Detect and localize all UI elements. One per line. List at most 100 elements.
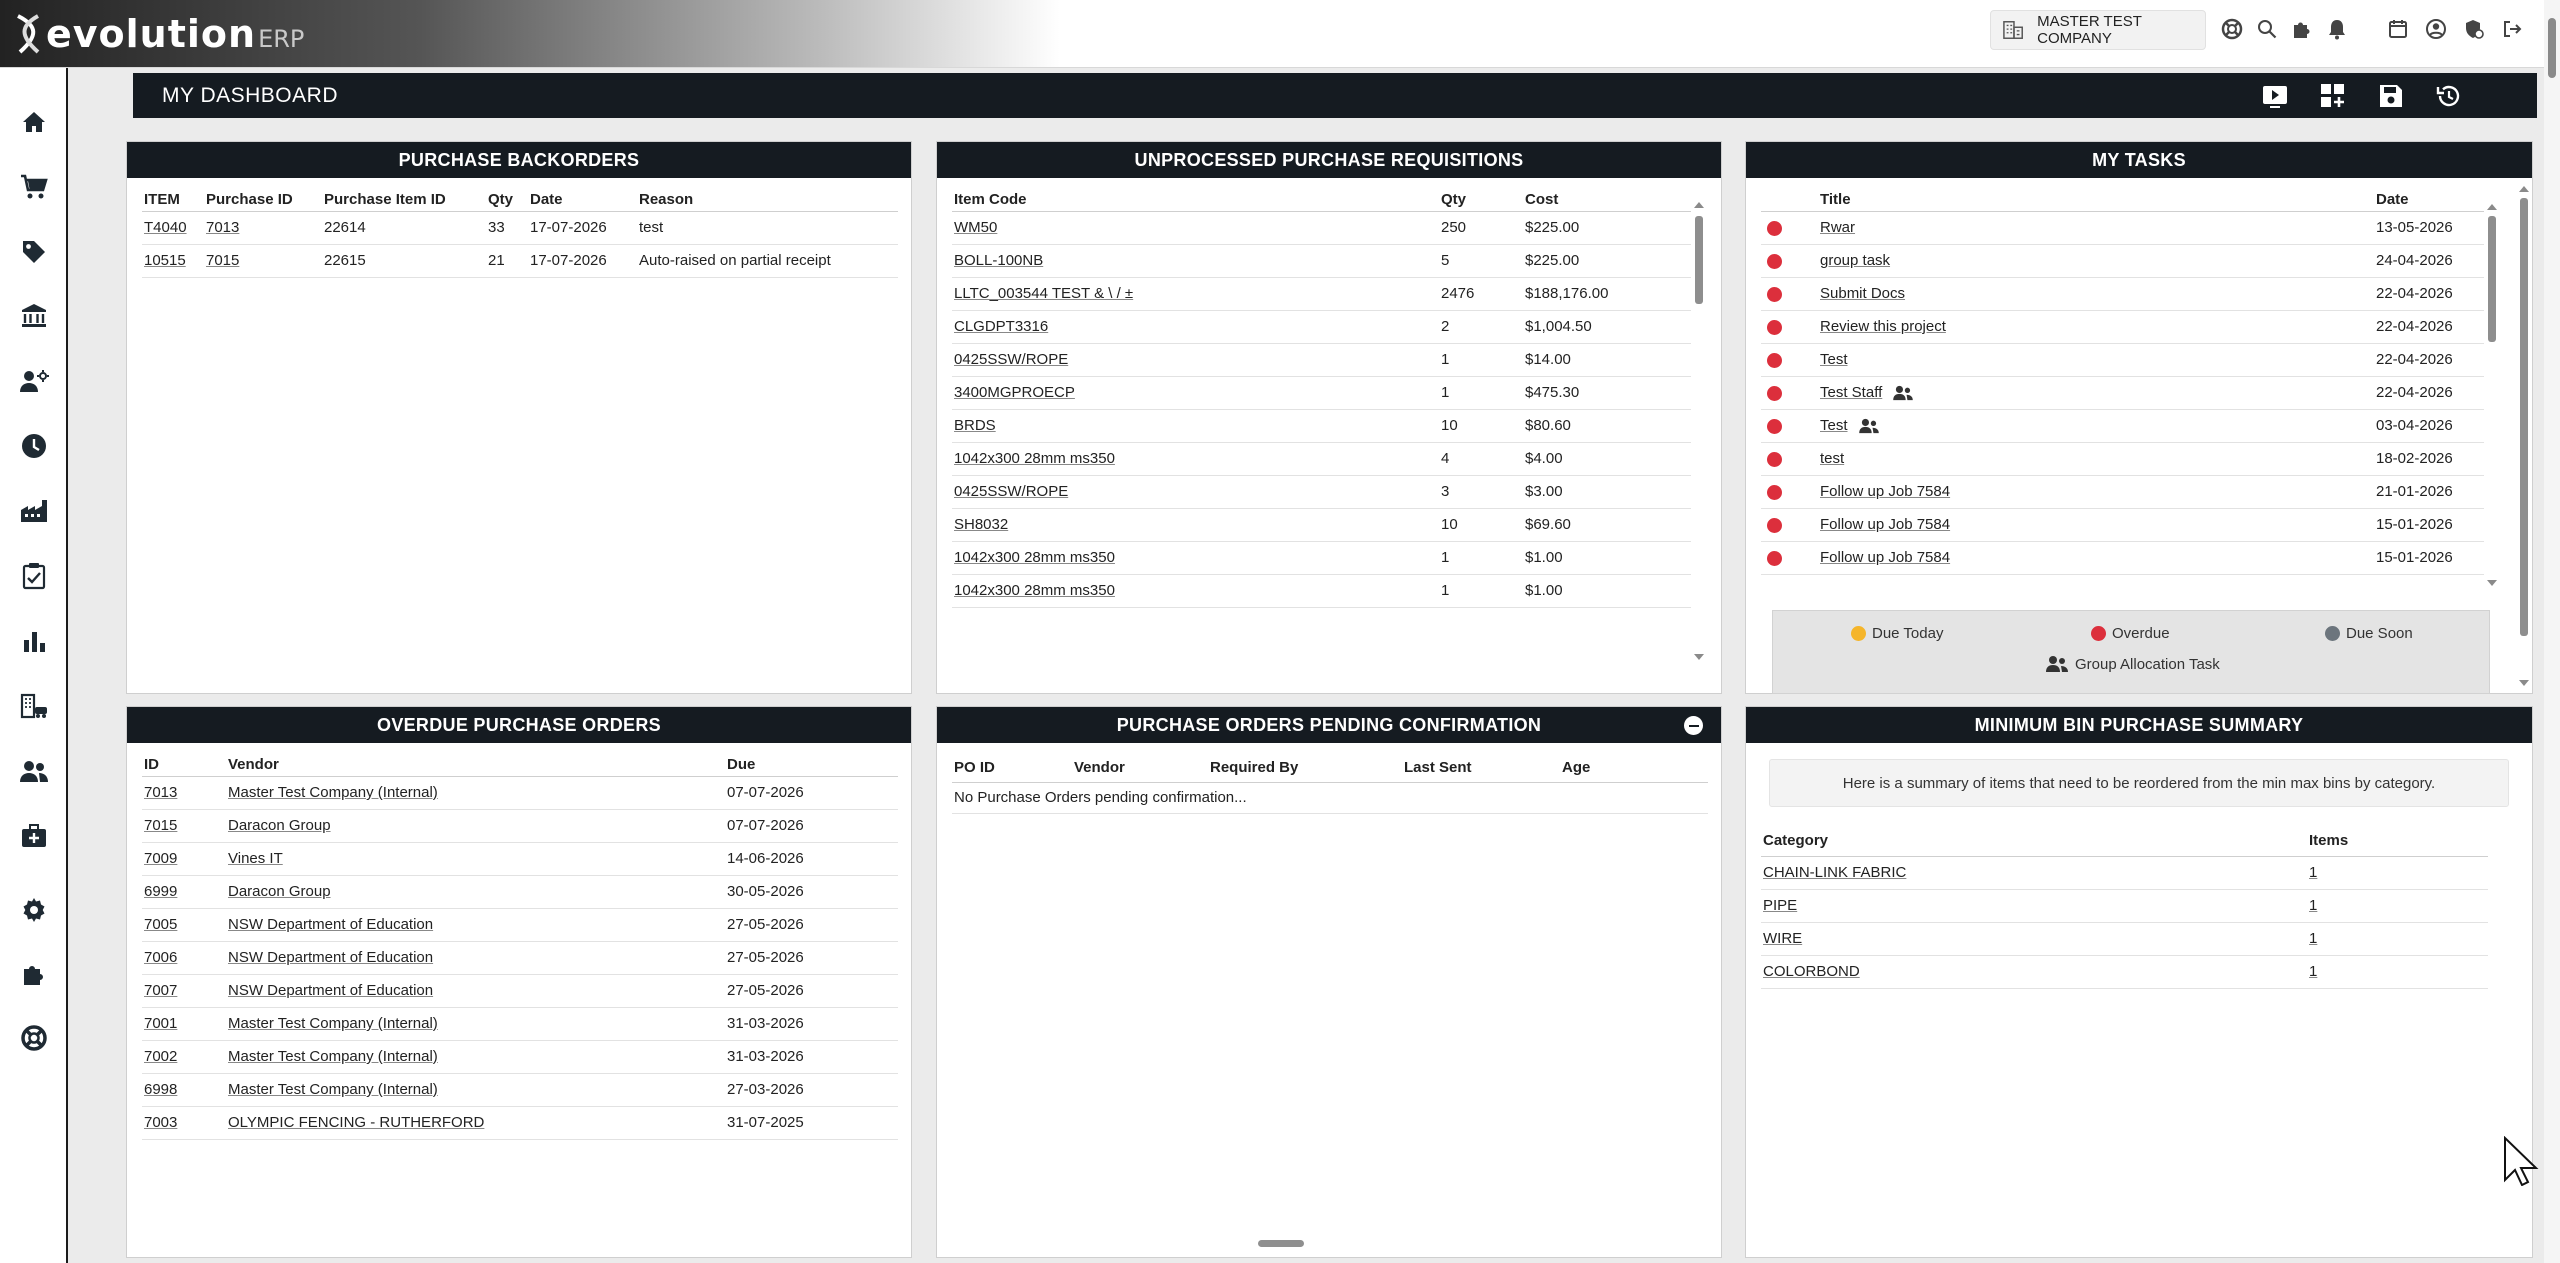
scroll-thumb[interactable] <box>1695 216 1703 304</box>
table-row[interactable]: LLTC_003544 TEST & \ / ±2476 $188,176.00 <box>952 277 1691 311</box>
col-header[interactable]: ITEM <box>142 178 204 212</box>
task-row[interactable]: Test 22-04-2026 <box>1761 343 2484 377</box>
calendar-icon[interactable] <box>2385 16 2411 42</box>
task-title-link[interactable]: test <box>1820 450 1844 467</box>
table-row[interactable]: PIPE 1 <box>1761 889 2488 923</box>
category-link[interactable]: CHAIN-LINK FABRIC <box>1761 856 2307 890</box>
home-icon[interactable] <box>18 106 50 138</box>
play-icon[interactable] <box>2260 81 2290 111</box>
task-title-cell[interactable]: group task <box>1818 244 2374 278</box>
col-header[interactable]: Qty <box>486 178 528 212</box>
col-header[interactable]: PO ID <box>952 749 1072 783</box>
people-icon[interactable] <box>18 755 50 787</box>
items-link[interactable]: 1 <box>2307 856 2488 890</box>
task-title-link[interactable]: Test Staff <box>1820 384 1882 401</box>
vendor-link[interactable]: Master Test Company (Internal) <box>226 1040 725 1074</box>
clock-icon[interactable] <box>18 430 50 462</box>
task-title-cell[interactable]: Rwar <box>1818 211 2374 245</box>
table-row[interactable]: CHAIN-LINK FABRIC 1 <box>1761 856 2488 890</box>
task-title-link[interactable]: Follow up Job 7584 <box>1820 483 1950 500</box>
task-title-link[interactable]: Follow up Job 7584 <box>1820 516 1950 533</box>
po-id-link[interactable]: 6998 <box>142 1073 226 1107</box>
building-vehicle-icon[interactable] <box>18 690 50 722</box>
vendor-link[interactable]: OLYMPIC FENCING - RUTHERFORD <box>226 1106 725 1140</box>
item-code-link[interactable]: WM50 <box>952 211 1439 245</box>
task-title-link[interactable]: Follow up Job 7584 <box>1820 549 1950 566</box>
task-title-cell[interactable]: Follow up Job 7584 <box>1818 508 2374 542</box>
factory-icon[interactable] <box>18 495 50 527</box>
requisitions-scrollbar[interactable] <box>1694 202 1704 693</box>
item-link[interactable]: 10515 <box>142 244 204 278</box>
table-row[interactable]: 7001 Master Test Company (Internal) 31-03-… <box>142 1007 898 1041</box>
scroll-up-arrow[interactable] <box>2519 186 2529 192</box>
po-id-link[interactable]: 7013 <box>142 776 226 810</box>
support-icon[interactable] <box>18 1022 50 1054</box>
col-header[interactable]: Purchase ID <box>204 178 322 212</box>
item-code-link[interactable]: BRDS <box>952 409 1439 443</box>
bank-icon[interactable] <box>18 300 50 332</box>
scroll-down-arrow[interactable] <box>2487 580 2497 586</box>
po-id-link[interactable]: 7001 <box>142 1007 226 1041</box>
cart-icon[interactable] <box>18 171 50 203</box>
bar-chart-icon[interactable] <box>18 625 50 657</box>
table-row[interactable]: 7002 Master Test Company (Internal) 31-03-… <box>142 1040 898 1074</box>
vendor-link[interactable]: Master Test Company (Internal) <box>226 776 725 810</box>
task-row[interactable]: Follow up Job 7584 15-01-2026 <box>1761 508 2484 542</box>
task-title-link[interactable]: group task <box>1820 252 1890 269</box>
table-row[interactable]: COLORBOND 1 <box>1761 955 2488 989</box>
scroll-thumb[interactable] <box>2520 198 2528 636</box>
task-title-link[interactable]: Review this project <box>1820 318 1946 335</box>
table-row[interactable]: BOLL-100NB 5 $225.00 <box>952 244 1691 278</box>
vendor-link[interactable]: Master Test Company (Internal) <box>226 1007 725 1041</box>
vendor-link[interactable]: NSW Department of Education <box>226 974 725 1008</box>
task-row[interactable]: Submit Docs 22-04-2026 <box>1761 277 2484 311</box>
category-link[interactable]: WIRE <box>1761 922 2307 956</box>
table-row[interactable]: 6999 Daracon Group 30-05-2026 <box>142 875 898 909</box>
items-link[interactable]: 1 <box>2307 889 2488 923</box>
collapse-icon[interactable] <box>1684 716 1703 735</box>
col-header[interactable]: Category <box>1761 823 2307 857</box>
vendor-link[interactable]: Daracon Group <box>226 809 725 843</box>
history-icon[interactable] <box>2434 81 2464 111</box>
task-title-link[interactable]: Test <box>1820 417 1848 434</box>
task-row[interactable]: Rwar 13-05-2026 <box>1761 211 2484 245</box>
task-title-cell[interactable]: Test <box>1818 343 2374 377</box>
table-row[interactable]: 1042x300 28mm ms350 1 $1.00 <box>952 541 1691 575</box>
scroll-thumb[interactable] <box>2488 216 2496 342</box>
task-row[interactable]: Test Staff 22-04-2026 <box>1761 376 2484 410</box>
tag-icon[interactable] <box>18 236 50 268</box>
task-title-cell[interactable]: Follow up Job 7584 <box>1818 475 2374 509</box>
col-header[interactable]: Reason <box>637 178 898 212</box>
search-icon[interactable] <box>2254 16 2280 42</box>
col-header[interactable]: Due <box>725 743 898 777</box>
table-row[interactable]: 0425SSW/ROPE 1 $14.00 <box>952 343 1691 377</box>
item-code-link[interactable]: 3400MGPROECP <box>952 376 1439 410</box>
category-link[interactable]: PIPE <box>1761 889 2307 923</box>
task-title-cell[interactable]: Review this project <box>1818 310 2374 344</box>
logo[interactable]: evolution ERP <box>12 12 304 56</box>
task-title-link[interactable]: Submit Docs <box>1820 285 1905 302</box>
task-row[interactable]: Test 03-04-2026 <box>1761 409 2484 443</box>
col-header[interactable]: Purchase Item ID <box>322 178 486 212</box>
po-id-link[interactable]: 7009 <box>142 842 226 876</box>
resize-handle[interactable] <box>1258 1240 1304 1247</box>
item-code-link[interactable]: CLGDPT3316 <box>952 310 1439 344</box>
bell-icon[interactable] <box>2324 16 2350 42</box>
scroll-down-arrow[interactable] <box>1694 654 1704 660</box>
user-icon[interactable] <box>2423 16 2449 42</box>
table-row[interactable]: WIRE 1 <box>1761 922 2488 956</box>
vendor-link[interactable]: Vines IT <box>226 842 725 876</box>
table-row[interactable]: 1042x300 28mm ms350 4 $4.00 <box>952 442 1691 476</box>
table-row[interactable]: WM50 250 $225.00 <box>952 211 1691 245</box>
col-header[interactable]: Last Sent <box>1402 749 1560 783</box>
table-row[interactable]: 7013 Master Test Company (Internal) 07-07-… <box>142 776 898 810</box>
table-row[interactable]: 1042x300 28mm ms350 1 $1.00 <box>952 574 1691 608</box>
table-row[interactable]: 7015 Daracon Group 07-07-2026 <box>142 809 898 843</box>
clipboard-check-icon[interactable] <box>18 560 50 592</box>
col-header[interactable]: ID <box>142 743 226 777</box>
plugin-icon[interactable] <box>18 958 50 990</box>
item-code-link[interactable]: 1042x300 28mm ms350 <box>952 574 1439 608</box>
item-code-link[interactable]: 0425SSW/ROPE <box>952 343 1439 377</box>
plugin-icon[interactable] <box>2289 16 2315 42</box>
col-header[interactable]: Vendor <box>226 743 725 777</box>
